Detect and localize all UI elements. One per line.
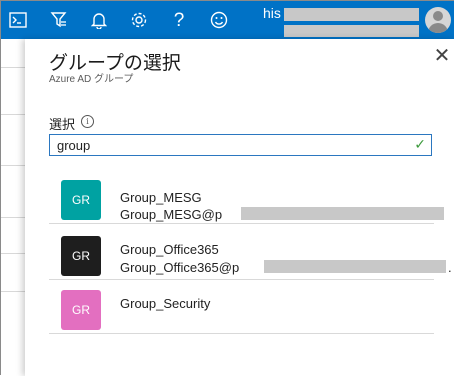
select-label: 選択: [49, 117, 76, 132]
group-tile-icon: GR: [61, 290, 101, 330]
check-icon: ✓: [414, 136, 426, 152]
group-initials: GR: [72, 303, 90, 317]
group-initials: GR: [72, 193, 90, 207]
info-icon[interactable]: i: [81, 115, 94, 128]
group-name: Group_Security: [120, 296, 211, 311]
background-divider: [1, 253, 25, 254]
group-email: Group_Office365@p: [120, 260, 240, 275]
terminal-icon[interactable]: [6, 8, 30, 32]
filter-icon[interactable]: [47, 8, 71, 32]
background-divider: [1, 114, 25, 115]
smiley-icon[interactable]: [207, 8, 231, 32]
avatar-head: [433, 11, 443, 21]
group-initials: GR: [72, 249, 90, 263]
list-item[interactable]: GR Group_MESG Group_MESG@p: [49, 172, 444, 224]
group-email: Group_MESG@p: [120, 207, 223, 222]
help-icon[interactable]: ?: [167, 8, 191, 32]
redacted-user-email: [284, 8, 419, 21]
background-divider: [1, 217, 25, 218]
list-item[interactable]: GR Group_Security: [49, 282, 434, 334]
redacted-email: [241, 207, 444, 220]
top-bar: ? his: [1, 1, 454, 39]
redacted-user-tenant: [284, 25, 419, 37]
bell-icon[interactable]: [87, 8, 111, 32]
email-suffix: .: [448, 260, 452, 275]
background-divider: [1, 165, 25, 166]
help-glyph: ?: [173, 9, 185, 31]
redacted-email: [264, 260, 446, 273]
gear-icon[interactable]: [127, 8, 151, 32]
group-tile-icon: GR: [61, 236, 101, 276]
background-divider: [1, 67, 25, 68]
search-box: ✓: [49, 134, 432, 156]
avatar[interactable]: [425, 7, 451, 33]
avatar-body: [428, 23, 448, 33]
close-icon[interactable]: ✕: [433, 46, 451, 66]
panel-subtitle: Azure AD グループ: [49, 74, 134, 85]
user-name[interactable]: his: [263, 5, 281, 21]
row-divider: [49, 333, 434, 334]
group-name: Group_MESG: [120, 190, 202, 205]
search-input[interactable]: [57, 136, 397, 154]
row-divider: [49, 223, 434, 224]
group-name: Group_Office365: [120, 242, 219, 257]
background-divider: [1, 291, 25, 292]
background-page: [1, 39, 25, 376]
row-divider: [49, 279, 434, 280]
list-item[interactable]: GR Group_Office365 Group_Office365@p .: [49, 228, 452, 280]
group-tile-icon: GR: [61, 180, 101, 220]
select-group-panel: グループの選択 Azure AD グループ ✕ 選択 i ✓ GR Group_…: [25, 39, 454, 376]
